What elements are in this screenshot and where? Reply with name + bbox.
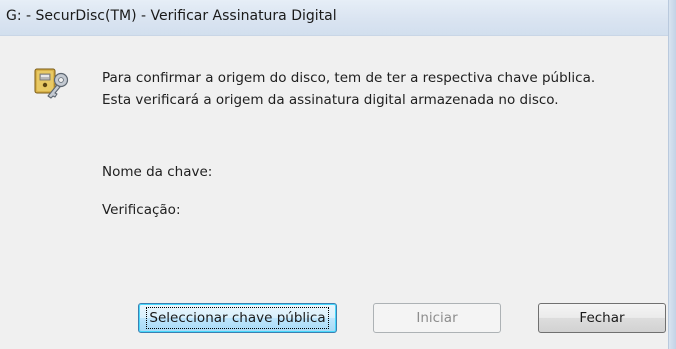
verification-label: Verificação: xyxy=(102,202,181,218)
select-public-key-button[interactable]: Seleccionar chave pública xyxy=(138,303,337,333)
instruction-text: Para confirmar a origem do disco, tem de… xyxy=(102,67,595,111)
select-public-key-button-label: Seleccionar chave pública xyxy=(146,307,329,329)
instruction-line-1: Para confirmar a origem do disco, tem de… xyxy=(102,70,596,86)
start-button[interactable]: Iniciar xyxy=(373,303,501,333)
close-button[interactable]: Fechar xyxy=(538,303,666,333)
window-frame-right xyxy=(668,0,676,349)
window-title: G: - SecurDisc(TM) - Verificar Assinatur… xyxy=(6,8,337,24)
title-bar[interactable]: G: - SecurDisc(TM) - Verificar Assinatur… xyxy=(0,0,676,36)
instruction-line-2: Esta verificará a origem da assinatura d… xyxy=(102,92,559,108)
key-name-label: Nome da chave: xyxy=(102,164,213,180)
dialog-window: G: - SecurDisc(TM) - Verificar Assinatur… xyxy=(0,0,676,349)
key-lock-icon xyxy=(34,68,69,99)
